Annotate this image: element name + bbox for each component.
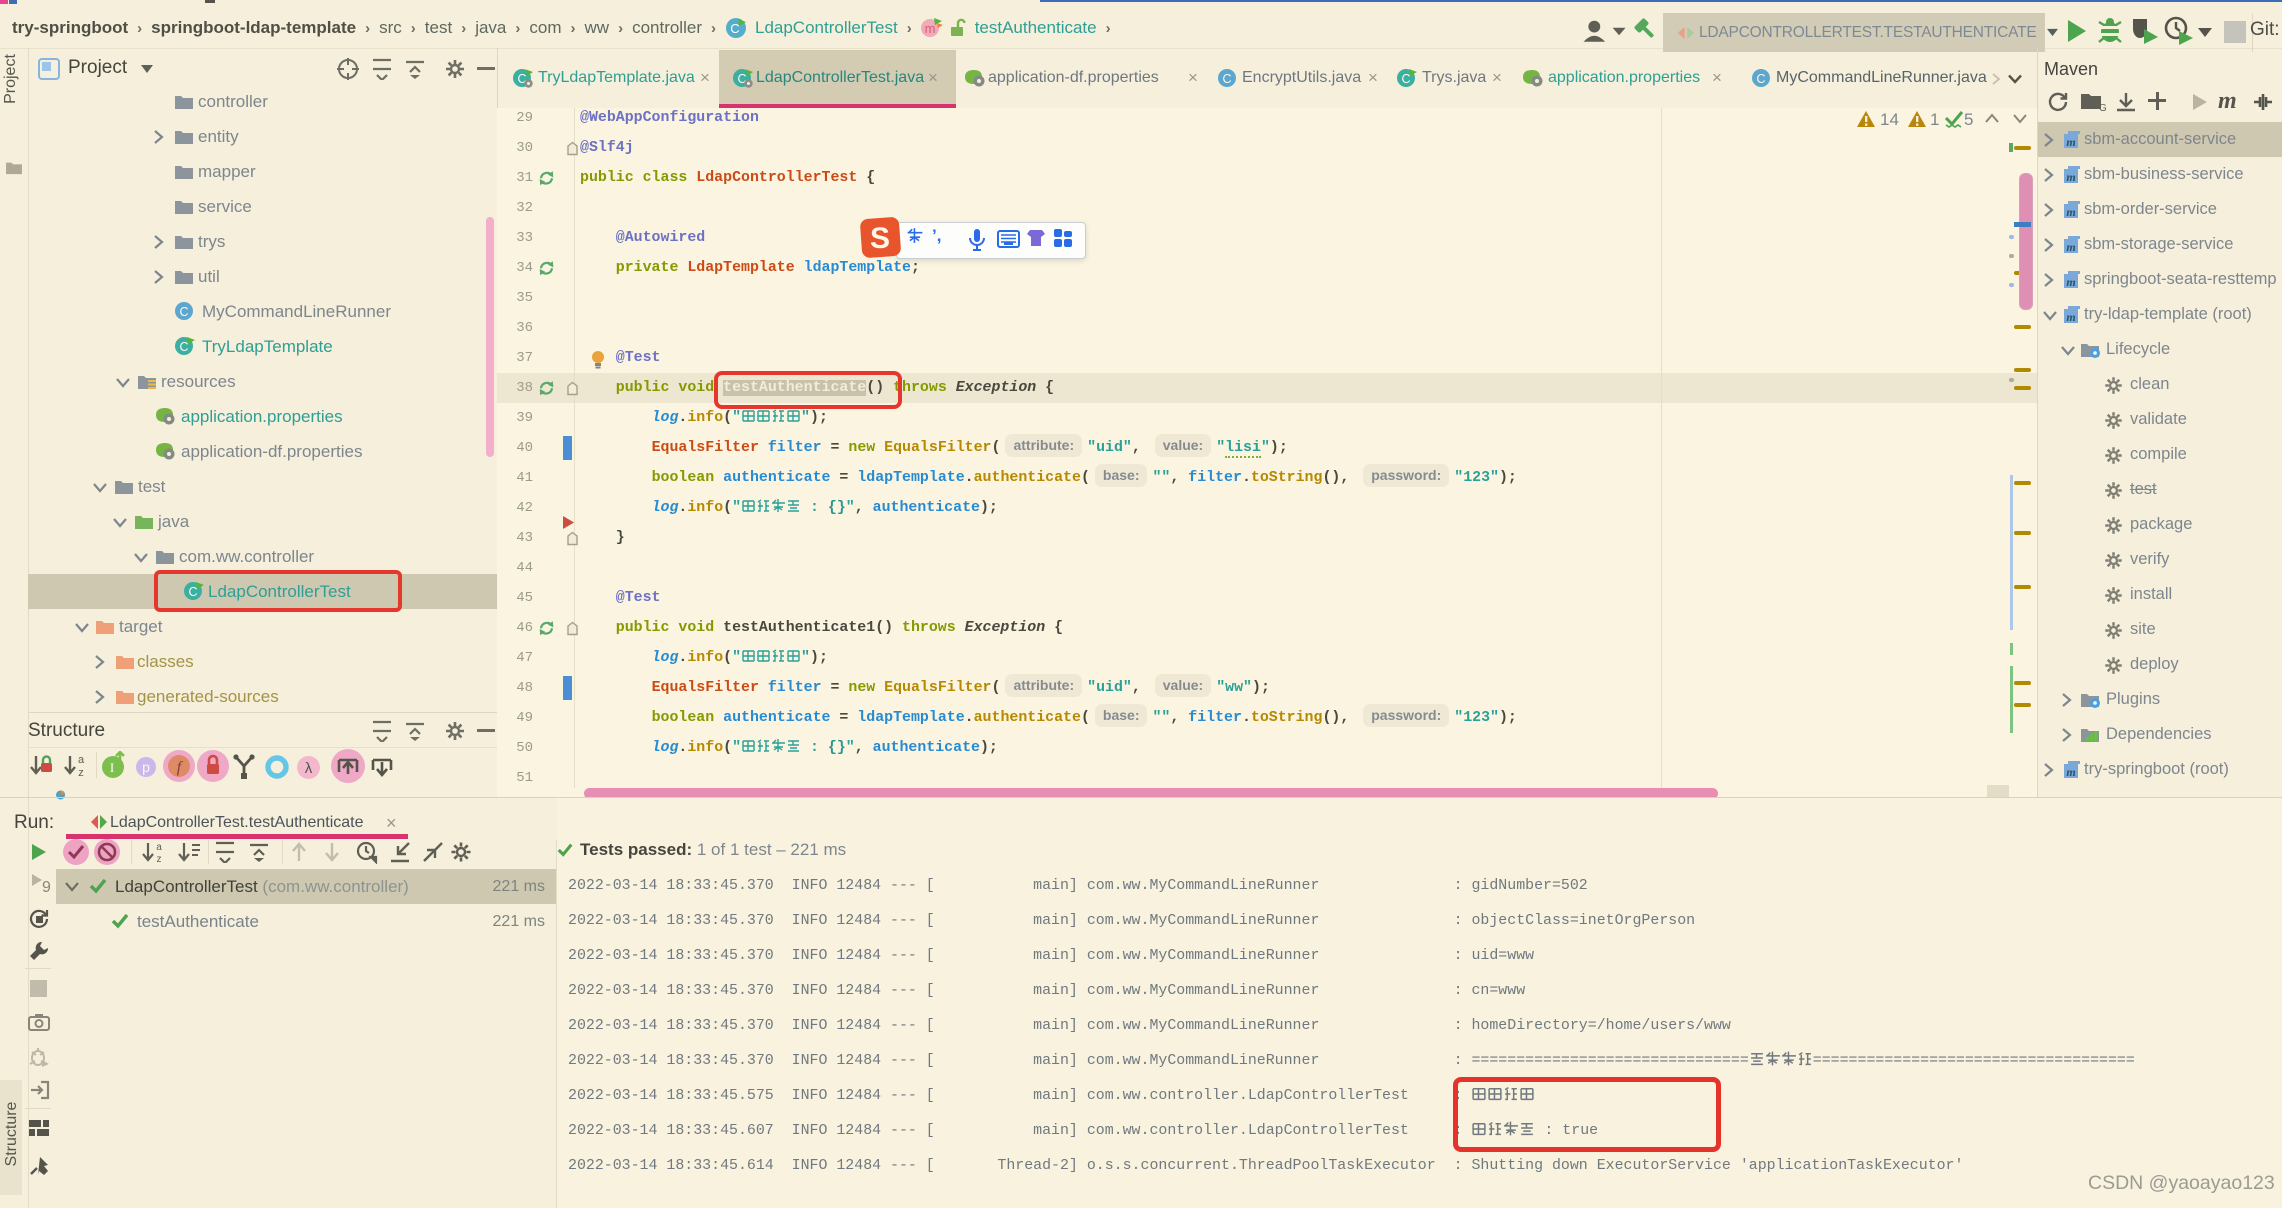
svg-text:S: S — [870, 222, 890, 255]
svg-text:C: C — [179, 305, 188, 319]
svg-text:C: C — [1401, 72, 1410, 86]
svg-text:m: m — [2066, 275, 2075, 289]
svg-text:C: C — [730, 21, 739, 36]
svg-text:a: a — [156, 842, 162, 853]
svg-text:G: G — [2099, 103, 2106, 112]
svg-text:m: m — [2066, 135, 2075, 149]
svg-text:m: m — [2066, 205, 2075, 219]
svg-text:λ: λ — [305, 760, 313, 777]
svg-text:m: m — [2066, 170, 2075, 184]
svg-text:9: 9 — [42, 879, 50, 896]
svg-text:C: C — [1222, 72, 1231, 86]
svg-text:z: z — [78, 767, 84, 779]
svg-text:C: C — [1756, 72, 1765, 86]
svg-text:m: m — [2066, 240, 2075, 254]
svg-text:a: a — [78, 754, 85, 766]
svg-text:C: C — [179, 340, 188, 354]
svg-text:m: m — [2066, 765, 2075, 779]
svg-text:z: z — [157, 854, 162, 865]
svg-text:p: p — [142, 759, 150, 775]
svg-text:m: m — [924, 21, 935, 36]
svg-text:m: m — [2066, 310, 2075, 324]
svg-text:I: I — [110, 760, 114, 775]
